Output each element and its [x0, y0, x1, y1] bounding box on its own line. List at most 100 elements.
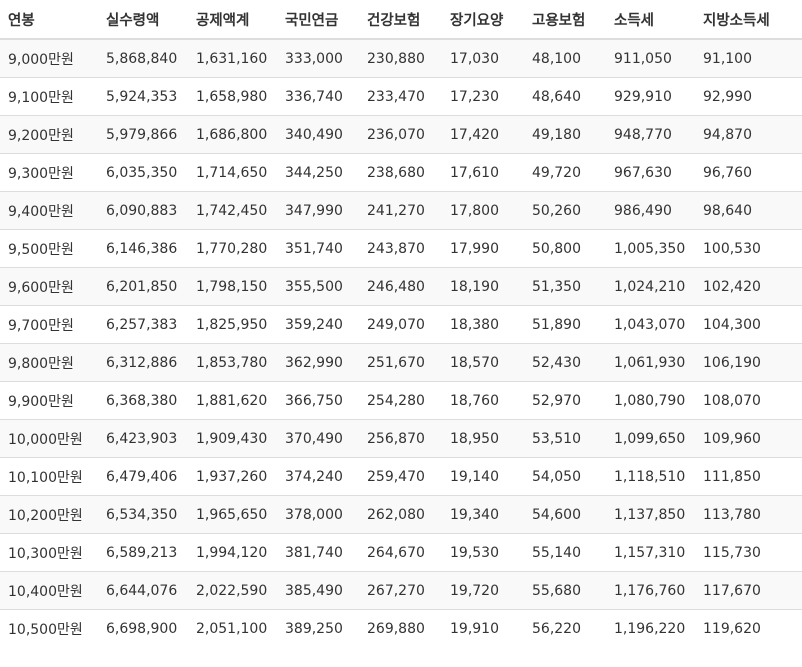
cell-national-pension: 370,490 — [277, 419, 359, 458]
cell-total-deduction: 1,742,450 — [188, 191, 277, 230]
cell-local-income-tax: 100,530 — [695, 229, 802, 268]
cell-annual-salary: 9,300만원 — [0, 153, 98, 192]
cell-employment-insurance: 49,720 — [524, 153, 606, 192]
cell-annual-salary: 10,400만원 — [0, 571, 98, 610]
cell-net-pay: 6,257,383 — [98, 305, 188, 344]
table-row: 9,300만원 6,035,350 1,714,650 344,250 238,680 1… — [0, 153, 802, 192]
cell-national-pension: 333,000 — [277, 38, 359, 78]
cell-long-term-care: 19,530 — [442, 533, 524, 572]
cell-income-tax: 1,196,220 — [606, 609, 695, 647]
cell-annual-salary: 9,400만원 — [0, 191, 98, 230]
cell-net-pay: 6,479,406 — [98, 457, 188, 496]
cell-income-tax: 911,050 — [606, 38, 695, 78]
cell-long-term-care: 17,030 — [442, 38, 524, 78]
cell-long-term-care: 17,230 — [442, 77, 524, 116]
cell-national-pension: 378,000 — [277, 495, 359, 534]
cell-local-income-tax: 106,190 — [695, 343, 802, 382]
cell-long-term-care: 17,990 — [442, 229, 524, 268]
cell-local-income-tax: 119,620 — [695, 609, 802, 647]
cell-annual-salary: 9,700만원 — [0, 305, 98, 344]
cell-long-term-care: 19,140 — [442, 457, 524, 496]
table-row: 10,300만원 6,589,213 1,994,120 381,740 264,670… — [0, 533, 802, 572]
header-health-insurance: 건강보험 — [359, 0, 442, 40]
header-employment-insurance: 고용보험 — [524, 0, 606, 40]
cell-income-tax: 1,080,790 — [606, 381, 695, 420]
cell-total-deduction: 1,881,620 — [188, 381, 277, 420]
cell-annual-salary: 10,000만원 — [0, 419, 98, 458]
cell-long-term-care: 17,610 — [442, 153, 524, 192]
cell-net-pay: 5,979,866 — [98, 115, 188, 154]
cell-health-insurance: 251,670 — [359, 343, 442, 382]
cell-income-tax: 948,770 — [606, 115, 695, 154]
cell-national-pension: 389,250 — [277, 609, 359, 647]
cell-local-income-tax: 92,990 — [695, 77, 802, 116]
cell-employment-insurance: 48,640 — [524, 77, 606, 116]
salary-table: 연봉 실수령액 공제액계 국민연금 건강보험 장기요양 고용보험 소득세 지방소… — [0, 0, 802, 647]
cell-local-income-tax: 115,730 — [695, 533, 802, 572]
cell-total-deduction: 1,770,280 — [188, 229, 277, 268]
cell-national-pension: 351,740 — [277, 229, 359, 268]
table-row: 10,500만원 6,698,900 2,051,100 389,250 269,880… — [0, 609, 802, 647]
table-row: 9,400만원 6,090,883 1,742,450 347,990 241,270 1… — [0, 191, 802, 230]
cell-national-pension: 374,240 — [277, 457, 359, 496]
table-row: 9,500만원 6,146,386 1,770,280 351,740 243,870 1… — [0, 229, 802, 268]
header-national-pension: 국민연금 — [277, 0, 359, 40]
cell-health-insurance: 233,470 — [359, 77, 442, 116]
cell-annual-salary: 10,100만원 — [0, 457, 98, 496]
cell-national-pension: 336,740 — [277, 77, 359, 116]
header-income-tax: 소득세 — [606, 0, 695, 40]
cell-total-deduction: 1,937,260 — [188, 457, 277, 496]
cell-income-tax: 1,137,850 — [606, 495, 695, 534]
cell-employment-insurance: 54,050 — [524, 457, 606, 496]
cell-net-pay: 6,146,386 — [98, 229, 188, 268]
cell-health-insurance: 269,880 — [359, 609, 442, 647]
table-row: 10,400만원 6,644,076 2,022,590 385,490 267,270… — [0, 571, 802, 610]
table-row: 9,600만원 6,201,850 1,798,150 355,500 246,480 1… — [0, 267, 802, 306]
cell-local-income-tax: 104,300 — [695, 305, 802, 344]
cell-local-income-tax: 98,640 — [695, 191, 802, 230]
cell-net-pay: 6,589,213 — [98, 533, 188, 572]
cell-total-deduction: 1,798,150 — [188, 267, 277, 306]
cell-income-tax: 1,043,070 — [606, 305, 695, 344]
cell-total-deduction: 1,825,950 — [188, 305, 277, 344]
table-row: 9,700만원 6,257,383 1,825,950 359,240 249,070 1… — [0, 305, 802, 344]
cell-income-tax: 1,061,930 — [606, 343, 695, 382]
cell-employment-insurance: 52,430 — [524, 343, 606, 382]
cell-annual-salary: 9,900만원 — [0, 381, 98, 420]
cell-income-tax: 1,118,510 — [606, 457, 695, 496]
cell-employment-insurance: 54,600 — [524, 495, 606, 534]
header-net-pay: 실수령액 — [98, 0, 188, 40]
cell-net-pay: 6,644,076 — [98, 571, 188, 610]
cell-employment-insurance: 55,140 — [524, 533, 606, 572]
cell-national-pension: 340,490 — [277, 115, 359, 154]
cell-long-term-care: 19,720 — [442, 571, 524, 610]
cell-annual-salary: 9,800만원 — [0, 343, 98, 382]
cell-annual-salary: 10,300만원 — [0, 533, 98, 572]
cell-long-term-care: 18,760 — [442, 381, 524, 420]
cell-income-tax: 986,490 — [606, 191, 695, 230]
cell-employment-insurance: 48,100 — [524, 38, 606, 78]
cell-total-deduction: 1,909,430 — [188, 419, 277, 458]
cell-national-pension: 385,490 — [277, 571, 359, 610]
cell-net-pay: 6,090,883 — [98, 191, 188, 230]
cell-total-deduction: 1,714,650 — [188, 153, 277, 192]
cell-local-income-tax: 111,850 — [695, 457, 802, 496]
cell-national-pension: 362,990 — [277, 343, 359, 382]
cell-national-pension: 381,740 — [277, 533, 359, 572]
cell-annual-salary: 10,200만원 — [0, 495, 98, 534]
table-row: 10,100만원 6,479,406 1,937,260 374,240 259,470… — [0, 457, 802, 496]
cell-long-term-care: 17,800 — [442, 191, 524, 230]
cell-local-income-tax: 91,100 — [695, 38, 802, 78]
cell-health-insurance: 267,270 — [359, 571, 442, 610]
cell-health-insurance: 246,480 — [359, 267, 442, 306]
cell-annual-salary: 9,000만원 — [0, 38, 98, 78]
cell-annual-salary: 9,100만원 — [0, 77, 98, 116]
cell-health-insurance: 236,070 — [359, 115, 442, 154]
cell-net-pay: 6,698,900 — [98, 609, 188, 647]
cell-total-deduction: 1,853,780 — [188, 343, 277, 382]
cell-long-term-care: 18,950 — [442, 419, 524, 458]
cell-local-income-tax: 109,960 — [695, 419, 802, 458]
cell-employment-insurance: 50,800 — [524, 229, 606, 268]
table-row: 9,200만원 5,979,866 1,686,800 340,490 236,070 1… — [0, 115, 802, 154]
cell-total-deduction: 2,022,590 — [188, 571, 277, 610]
